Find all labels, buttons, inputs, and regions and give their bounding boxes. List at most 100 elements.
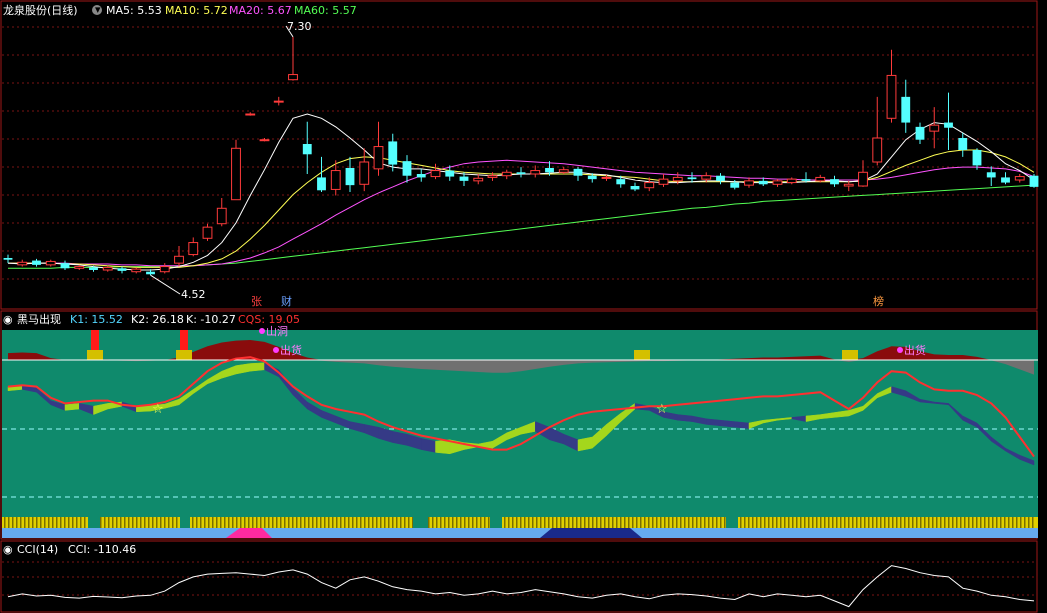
bottom-strip-tick	[1008, 517, 1010, 528]
bottom-strip-tick	[348, 517, 350, 528]
stock-title: 龙泉股份(日线)	[3, 3, 78, 17]
ma60-legend: MA60: 5.57	[294, 4, 357, 17]
bottom-strip-tick	[208, 517, 210, 528]
bottom-strip-tick	[172, 517, 174, 528]
bottom-strip-tick	[648, 517, 650, 528]
k-band-segment	[734, 421, 750, 429]
bottom-strip-tick	[688, 517, 690, 528]
candle-body-up	[288, 74, 298, 81]
bottom-strip-tick	[576, 517, 578, 528]
bottom-strip-tick	[1028, 517, 1030, 528]
k-band-segment	[706, 418, 721, 427]
bottom-strip-tick	[168, 517, 170, 528]
candle-body-down	[402, 161, 412, 176]
legend-bullet-icon[interactable]: ◉	[3, 313, 13, 326]
bottom-strip-tick	[320, 517, 322, 528]
bottom-strip-tick	[272, 517, 274, 528]
bottom-strip-tick	[444, 517, 446, 528]
bottom-strip-tick	[672, 517, 674, 528]
bottom-strip-tick	[132, 517, 134, 528]
bottom-strip-tick	[840, 517, 842, 528]
navy-bump	[540, 528, 642, 538]
bottom-strip-tick	[8, 517, 10, 528]
label-chuhuo-1: 出货	[280, 343, 302, 357]
bottom-strip-tick	[200, 517, 202, 528]
bottom-strip-tick	[480, 517, 482, 528]
bottom-strip-tick	[236, 517, 238, 528]
candle-body-up	[174, 255, 184, 264]
candle-body-up	[45, 260, 56, 266]
bottom-strip-tick	[972, 517, 974, 528]
bottom-strip-tick	[196, 517, 198, 528]
bottom-strip-tick	[220, 517, 222, 528]
cci-legend: ◉ CCI(14) CCI: -110.46	[3, 543, 136, 556]
bottom-strip-tick	[784, 517, 786, 528]
bottom-strip-tick	[428, 517, 430, 528]
bottom-strip-tick	[224, 517, 226, 528]
bottom-strip-tick	[808, 517, 810, 528]
bottom-strip-tick	[368, 517, 370, 528]
candle-body-up	[216, 207, 227, 225]
candle-body-up	[786, 178, 797, 184]
bottom-strip-tick	[160, 517, 162, 528]
bottom-strip-tick	[512, 517, 514, 528]
bottom-strip-tick	[800, 517, 802, 528]
bottom-strip-tick	[788, 517, 790, 528]
candle-body-down	[944, 122, 953, 128]
bottom-strip-tick	[80, 517, 82, 528]
bottom-strip-tick	[52, 517, 54, 528]
legend-bullet-icon[interactable]: ◉	[3, 543, 13, 556]
bottom-strip-tick	[628, 517, 630, 528]
candle-body-down	[730, 182, 740, 188]
bottom-strip-tick	[364, 517, 366, 528]
star-icon: ☆	[152, 402, 164, 417]
candle-body-down	[986, 172, 996, 178]
candle-body-up	[886, 74, 897, 119]
tag-cai[interactable]: 财	[281, 294, 292, 308]
bottom-strip-tick	[308, 517, 310, 528]
bottom-strip-tick	[1004, 517, 1006, 528]
cci-value: CCI: -110.46	[68, 543, 136, 556]
candle-body-up	[430, 170, 441, 178]
bottom-strip-tick	[980, 517, 982, 528]
bottom-strip-tick	[872, 517, 874, 528]
candle-body-up	[373, 146, 384, 170]
indicator-bottom-band	[2, 517, 1038, 538]
bottom-strip-tick	[920, 517, 922, 528]
bottom-strip-tick	[932, 517, 934, 528]
candle-body-up	[744, 180, 754, 186]
candle-body-down	[459, 176, 469, 181]
bottom-strip-tick	[712, 517, 714, 528]
main-legend: 龙泉股份(日线) ▾ MA5: 5.53 MA10: 5.72 MA20: 5.…	[3, 3, 357, 17]
bottom-strip-tick	[108, 517, 110, 528]
bottom-strip-tick	[992, 517, 994, 528]
bottom-strip-tick	[904, 517, 906, 528]
bottom-strip-tick	[256, 517, 258, 528]
candle-body-down	[388, 141, 398, 165]
candle-body-up	[701, 175, 712, 180]
signal-pillar	[91, 330, 99, 350]
bottom-strip-tick	[164, 517, 166, 528]
bottom-strip-tick	[964, 517, 966, 528]
indicator-legend: ◉ 黑马出现 K1: 15.52 K2: 26.18 K: -10.27 CQS…	[3, 312, 300, 326]
bottom-strip-tick	[292, 517, 294, 528]
bottom-strip-tick	[312, 517, 314, 528]
bottom-strip-tick	[388, 517, 390, 528]
bottom-strip-tick	[476, 517, 478, 528]
indicator-name: 黑马出现	[17, 312, 61, 326]
candle-body-down	[146, 271, 155, 275]
stock-chart: 7.30 4.52 张 财 榜 龙泉股份(日线) ▾ MA5: 5.53 MA1…	[0, 0, 1047, 613]
candle-body-down	[958, 138, 968, 150]
candle-body-down	[545, 168, 554, 173]
bottom-strip-tick	[584, 517, 586, 528]
bottom-strip-tick	[612, 517, 614, 528]
bottom-strip-tick	[796, 517, 798, 528]
candle-body-down	[516, 172, 526, 174]
bottom-strip-tick	[888, 517, 890, 528]
bottom-strip-gap	[413, 517, 428, 528]
tag-bang[interactable]: 榜	[873, 294, 884, 308]
tag-zhang[interactable]: 张	[251, 295, 262, 308]
bottom-strip-tick	[432, 517, 434, 528]
bottom-strip-tick	[204, 517, 206, 528]
bottom-strip-tick	[448, 517, 450, 528]
